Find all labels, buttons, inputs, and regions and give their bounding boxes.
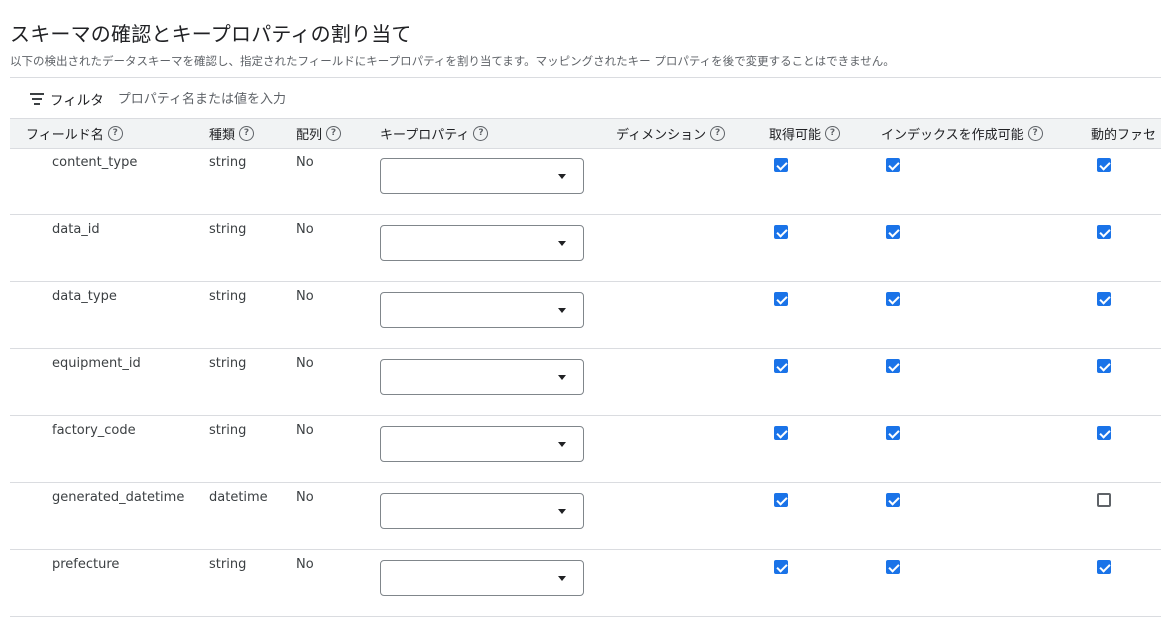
column-header-type: 種類 ?	[209, 119, 255, 148]
field-name-cell: equipment_id	[52, 356, 141, 371]
key-property-select[interactable]	[380, 225, 584, 261]
column-header-dynamic-facet: 動的ファセ	[1091, 128, 1157, 143]
array-cell: No	[296, 222, 314, 237]
table-row: content_type string No	[10, 147, 1161, 215]
dynamic-facet-checkbox[interactable]	[1097, 292, 1111, 306]
key-property-select[interactable]	[380, 359, 584, 395]
retrievable-checkbox[interactable]	[774, 158, 788, 172]
filter-icon[interactable]	[30, 93, 44, 105]
key-property-select[interactable]	[380, 426, 584, 462]
column-header-key-property: キープロパティ ?	[380, 119, 489, 148]
column-header-indexable: インデックスを作成可能 ?	[881, 119, 1043, 148]
column-header-field-name: フィールド名 ?	[26, 119, 123, 148]
field-name-cell: generated_datetime	[52, 490, 185, 505]
indexable-checkbox[interactable]	[886, 158, 900, 172]
table-row: prefecture string No	[10, 549, 1161, 617]
help-icon[interactable]: ?	[710, 126, 726, 141]
array-cell: No	[296, 557, 314, 572]
indexable-checkbox[interactable]	[886, 493, 900, 507]
key-property-select[interactable]	[380, 292, 584, 328]
field-name-cell: data_type	[52, 289, 117, 304]
help-icon[interactable]: ?	[326, 126, 342, 141]
table-row: equipment_id string No	[10, 348, 1161, 416]
key-property-select[interactable]	[380, 158, 584, 194]
type-cell: string	[209, 557, 247, 572]
dynamic-facet-checkbox[interactable]	[1097, 158, 1111, 172]
dropdown-arrow-icon	[558, 509, 566, 514]
column-header-array: 配列 ?	[296, 119, 342, 148]
type-cell: string	[209, 423, 247, 438]
field-name-cell: prefecture	[52, 557, 120, 572]
array-cell: No	[296, 356, 314, 371]
dropdown-arrow-icon	[558, 241, 566, 246]
help-icon[interactable]: ?	[825, 126, 841, 141]
dynamic-facet-checkbox[interactable]	[1097, 359, 1111, 373]
filter-input[interactable]	[117, 91, 358, 107]
table-row: data_type string No	[10, 281, 1161, 349]
indexable-checkbox[interactable]	[886, 560, 900, 574]
help-icon[interactable]: ?	[1027, 126, 1043, 141]
dropdown-arrow-icon	[558, 576, 566, 581]
dropdown-arrow-icon	[558, 174, 566, 179]
retrievable-checkbox[interactable]	[774, 493, 788, 507]
filter-bar: フィルタ	[30, 89, 358, 109]
retrievable-checkbox[interactable]	[774, 359, 788, 373]
column-header-retrievable: 取得可能 ?	[769, 119, 841, 148]
array-cell: No	[296, 423, 314, 438]
dynamic-facet-checkbox[interactable]	[1097, 560, 1111, 574]
dynamic-facet-checkbox[interactable]	[1097, 426, 1111, 440]
indexable-checkbox[interactable]	[886, 359, 900, 373]
array-cell: No	[296, 155, 314, 170]
top-divider	[10, 77, 1161, 78]
indexable-checkbox[interactable]	[886, 225, 900, 239]
type-cell: datetime	[209, 490, 268, 505]
retrievable-checkbox[interactable]	[774, 560, 788, 574]
help-icon[interactable]: ?	[473, 126, 489, 141]
filter-label[interactable]: フィルタ	[50, 89, 104, 109]
type-cell: string	[209, 155, 247, 170]
page-description: 以下の検出されたデータスキーマを確認し、指定されたフィールドにキープロパティを割…	[10, 54, 895, 68]
dropdown-arrow-icon	[558, 442, 566, 447]
field-name-cell: data_id	[52, 222, 100, 237]
dropdown-arrow-icon	[558, 375, 566, 380]
type-cell: string	[209, 356, 247, 371]
field-name-cell: factory_code	[52, 423, 136, 438]
indexable-checkbox[interactable]	[886, 426, 900, 440]
indexable-checkbox[interactable]	[886, 292, 900, 306]
dynamic-facet-checkbox[interactable]	[1097, 493, 1111, 507]
page-title: スキーマの確認とキープロパティの割り当て	[10, 22, 412, 46]
type-cell: string	[209, 222, 247, 237]
column-header-dimension: ディメンション ?	[616, 119, 726, 148]
help-icon[interactable]: ?	[239, 126, 255, 141]
key-property-select[interactable]	[380, 560, 584, 596]
type-cell: string	[209, 289, 247, 304]
array-cell: No	[296, 289, 314, 304]
help-icon[interactable]: ?	[107, 126, 123, 141]
key-property-select[interactable]	[380, 493, 584, 529]
retrievable-checkbox[interactable]	[774, 426, 788, 440]
dropdown-arrow-icon	[558, 308, 566, 313]
table-header: フィールド名 ? 種類 ? 配列 ? キープロパティ ? ディメンション ? 取…	[10, 118, 1161, 149]
field-name-cell: content_type	[52, 155, 138, 170]
array-cell: No	[296, 490, 314, 505]
table-row: factory_code string No	[10, 415, 1161, 483]
retrievable-checkbox[interactable]	[774, 292, 788, 306]
table-row: generated_datetime datetime No	[10, 482, 1161, 550]
dynamic-facet-checkbox[interactable]	[1097, 225, 1111, 239]
retrievable-checkbox[interactable]	[774, 225, 788, 239]
table-row: data_id string No	[10, 214, 1161, 282]
